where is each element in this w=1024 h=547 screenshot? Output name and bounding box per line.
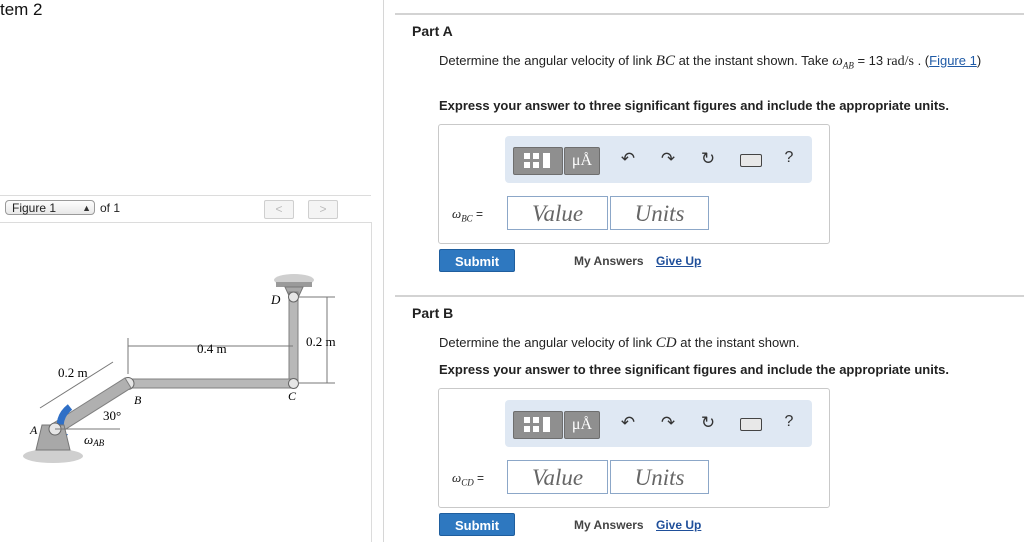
label-omega-ab: ωAB bbox=[84, 432, 105, 448]
figure-nav-bar: Figure 1 ▲ of 1 < > bbox=[0, 195, 371, 223]
next-figure-button[interactable]: > bbox=[308, 200, 338, 219]
part-a-answer-label: ωBC = bbox=[452, 206, 484, 224]
figure-count: of 1 bbox=[100, 201, 121, 215]
label-len-04: 0.4 m bbox=[197, 341, 227, 356]
link-bc bbox=[127, 378, 297, 389]
part-b-question: Determine the angular velocity of link C… bbox=[439, 335, 800, 351]
redo-icon[interactable]: ↷ bbox=[658, 149, 678, 169]
link-cd bbox=[288, 291, 299, 385]
part-a-divider bbox=[395, 13, 1024, 15]
part-b-value-input[interactable]: Value bbox=[507, 460, 608, 494]
templates-button[interactable] bbox=[513, 411, 563, 439]
pin-c bbox=[288, 378, 299, 389]
help-button[interactable]: ? bbox=[779, 149, 799, 167]
part-b-give-up[interactable]: Give Up bbox=[656, 518, 701, 532]
keyboard-icon[interactable] bbox=[740, 418, 762, 431]
figure-panel: D C B A 0.4 m 0.2 m 0.2 m 30° ωAB bbox=[0, 222, 372, 542]
label-b: B bbox=[134, 393, 142, 407]
part-a-answer-box: μÅ ↶ ↷ ↻ ? ωBC = Value Units bbox=[438, 124, 830, 244]
undo-icon[interactable]: ↶ bbox=[618, 413, 638, 433]
redo-icon[interactable]: ↷ bbox=[658, 413, 678, 433]
part-b-title: Part B bbox=[412, 305, 454, 321]
part-a-units-input[interactable]: Units bbox=[610, 196, 709, 230]
part-b-submit-button[interactable]: Submit bbox=[439, 513, 515, 536]
select-updown-icon: ▲ bbox=[82, 203, 91, 213]
label-angle: 30° bbox=[103, 408, 121, 423]
label-a: A bbox=[29, 423, 38, 437]
part-b-units-input[interactable]: Units bbox=[610, 460, 709, 494]
part-a-question: Determine the angular velocity of link B… bbox=[439, 53, 982, 71]
figure-select[interactable]: Figure 1 ▲ bbox=[5, 200, 95, 215]
pin-d bbox=[288, 291, 299, 303]
reset-icon[interactable]: ↻ bbox=[698, 149, 718, 169]
label-c: C bbox=[288, 389, 297, 403]
templates-button[interactable] bbox=[513, 147, 563, 175]
template-icon bbox=[524, 417, 550, 432]
reset-icon[interactable]: ↻ bbox=[698, 413, 718, 433]
part-a-value-input[interactable]: Value bbox=[507, 196, 608, 230]
part-a-give-up[interactable]: Give Up bbox=[656, 254, 701, 268]
part-a-submit-button[interactable]: Submit bbox=[439, 249, 515, 272]
mechanism-figure: D C B A 0.4 m 0.2 m 0.2 m 30° ωAB bbox=[23, 274, 336, 463]
part-a-toolbar: μÅ ↶ ↷ ↻ ? bbox=[505, 136, 812, 183]
units-button[interactable]: μÅ bbox=[564, 411, 600, 439]
label-len-02-left: 0.2 m bbox=[58, 365, 88, 380]
part-b-divider bbox=[395, 295, 1024, 297]
figure-select-value: Figure 1 bbox=[12, 201, 57, 215]
help-button[interactable]: ? bbox=[779, 413, 799, 431]
item-title: tem 2 bbox=[0, 0, 43, 19]
keyboard-icon[interactable] bbox=[740, 154, 762, 167]
part-b-instruction: Express your answer to three significant… bbox=[439, 362, 949, 377]
part-a-instruction: Express your answer to three significant… bbox=[439, 98, 949, 113]
part-b-my-answers[interactable]: My Answers bbox=[574, 518, 644, 532]
ground-a bbox=[23, 449, 83, 463]
part-b-toolbar: μÅ ↶ ↷ ↻ ? bbox=[505, 400, 812, 447]
part-b-answer-label: ωCD = bbox=[452, 470, 485, 488]
prev-figure-button[interactable]: < bbox=[264, 200, 294, 219]
part-a-my-answers[interactable]: My Answers bbox=[574, 254, 644, 268]
figure-1-link[interactable]: Figure 1 bbox=[929, 53, 977, 68]
label-len-02-right: 0.2 m bbox=[306, 334, 336, 349]
label-d: D bbox=[270, 292, 281, 307]
part-b-answer-box: μÅ ↶ ↷ ↻ ? ωCD = Value Units bbox=[438, 388, 830, 508]
part-a-title: Part A bbox=[412, 23, 453, 39]
undo-icon[interactable]: ↶ bbox=[618, 149, 638, 169]
template-icon bbox=[524, 153, 550, 168]
units-button[interactable]: μÅ bbox=[564, 147, 600, 175]
panel-divider bbox=[383, 0, 384, 542]
support-d-plate bbox=[276, 282, 312, 287]
